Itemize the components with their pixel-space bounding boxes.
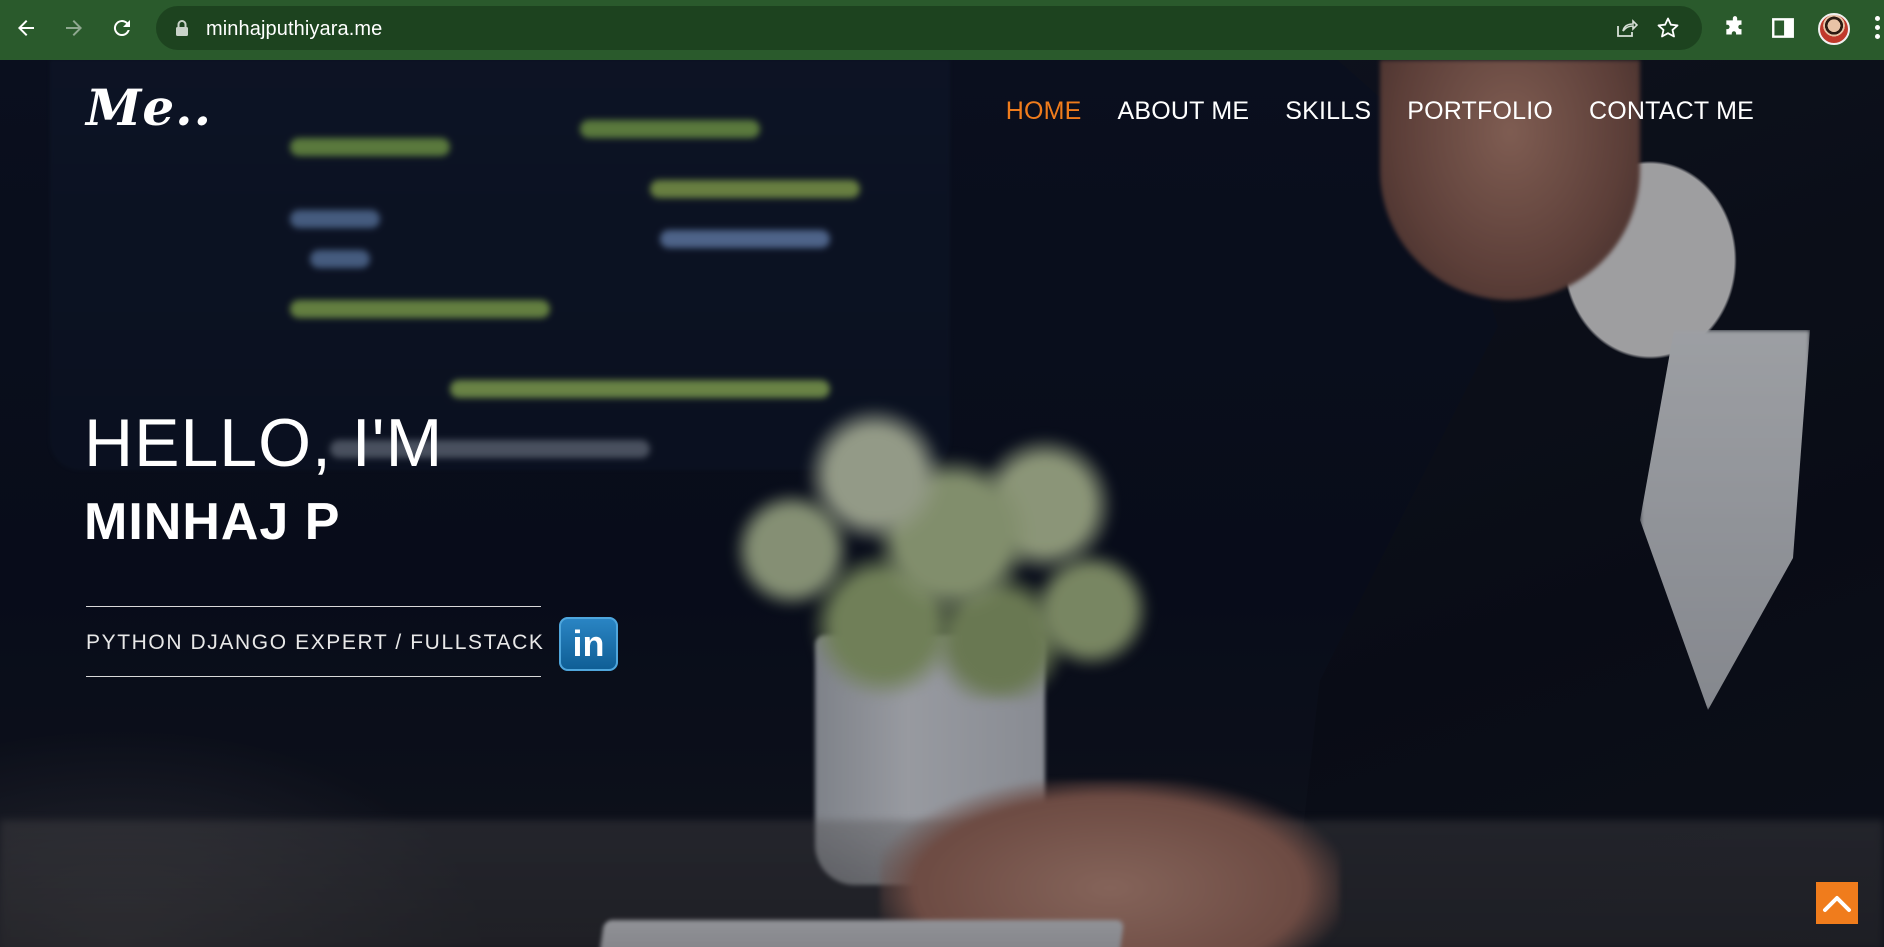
nav-home[interactable]: HOME — [1006, 97, 1082, 126]
divider-bottom — [86, 676, 541, 677]
forward-button[interactable] — [56, 10, 92, 46]
extensions-icon[interactable] — [1722, 15, 1748, 41]
forward-icon — [66, 20, 82, 36]
site-logo[interactable]: Me.. — [86, 78, 212, 137]
share-icon[interactable] — [1614, 16, 1638, 40]
reload-button[interactable] — [104, 10, 140, 46]
lock-icon[interactable] — [174, 19, 190, 37]
linkedin-label: in — [572, 623, 605, 664]
url-text[interactable]: minhajputhiyara.me — [206, 18, 382, 41]
address-bar[interactable]: minhajputhiyara.me — [156, 6, 1702, 50]
hero-greeting: HELLO, I'M — [84, 405, 444, 481]
nav-contact-me[interactable]: CONTACT ME — [1589, 97, 1754, 126]
menu-icon[interactable] — [1872, 14, 1882, 44]
star-icon[interactable] — [1656, 16, 1680, 40]
main-nav: HOME ABOUT ME SKILLS PORTFOLIO CONTACT M… — [1006, 97, 1754, 126]
nav-about-me[interactable]: ABOUT ME — [1118, 97, 1250, 126]
hero-name: MINHAJ P — [84, 493, 341, 551]
browser-toolbar: minhajputhiyara.me — [0, 0, 1884, 60]
side-panel-icon[interactable] — [1770, 15, 1796, 41]
linkedin-icon[interactable]: in — [559, 617, 618, 671]
nav-skills[interactable]: SKILLS — [1285, 97, 1371, 126]
chevron-up-icon — [1823, 896, 1851, 912]
scroll-to-top-button[interactable] — [1816, 882, 1858, 924]
hero-role: PYTHON DJANGO EXPERT / FULLSTACK — [86, 631, 545, 654]
profile-avatar[interactable] — [1818, 13, 1850, 45]
back-button[interactable] — [8, 10, 44, 46]
back-icon — [18, 20, 34, 36]
reload-icon — [113, 20, 130, 37]
divider-top — [86, 606, 541, 607]
nav-portfolio[interactable]: PORTFOLIO — [1407, 97, 1553, 126]
